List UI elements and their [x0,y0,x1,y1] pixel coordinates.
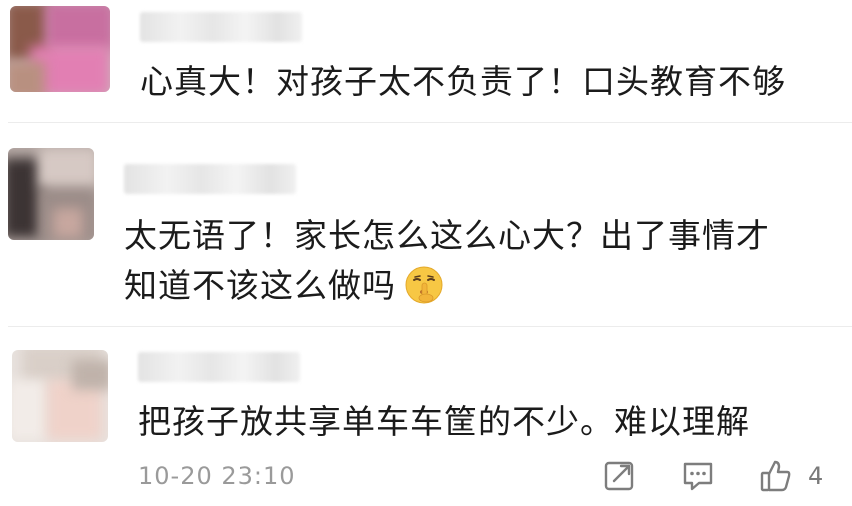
username[interactable] [140,12,302,42]
comment-list: 心真大！对孩子太不负责了！口头教育不够 太无语了！家长怎么这么心大？出了事情才 … [0,0,852,506]
comment-text: 把孩子放共享单车车筐的不少。难以理解 [138,402,750,441]
username[interactable] [124,164,296,194]
comment-text: 太无语了！家长怎么这么心大？出了事情才 [124,216,770,255]
avatar[interactable] [8,148,94,240]
avatar[interactable] [10,6,110,92]
share-icon[interactable] [602,458,638,494]
avatar[interactable] [12,350,108,442]
comment-text-continued: 知道不该这么做吗 [124,266,396,305]
comment-item: 心真大！对孩子太不负责了！口头教育不够 [0,0,852,122]
username[interactable] [138,352,300,382]
comment-text: 心真大！对孩子太不负责了！口头教育不够 [140,62,786,101]
comment-icon[interactable] [680,458,716,494]
divider [8,326,852,327]
comment-footer: 10-20 23:10 4 [0,456,852,500]
divider [8,122,852,123]
thumbs-up-icon[interactable] [758,458,794,494]
comment-text-line2: 知道不该这么做吗 [124,262,444,310]
timestamp: 10-20 23:10 [138,462,296,490]
comment-item: 太无语了！家长怎么这么心大？出了事情才 知道不该这么做吗 [0,126,852,326]
shush-face-emoji [405,266,443,303]
like-count: 4 [808,462,824,490]
